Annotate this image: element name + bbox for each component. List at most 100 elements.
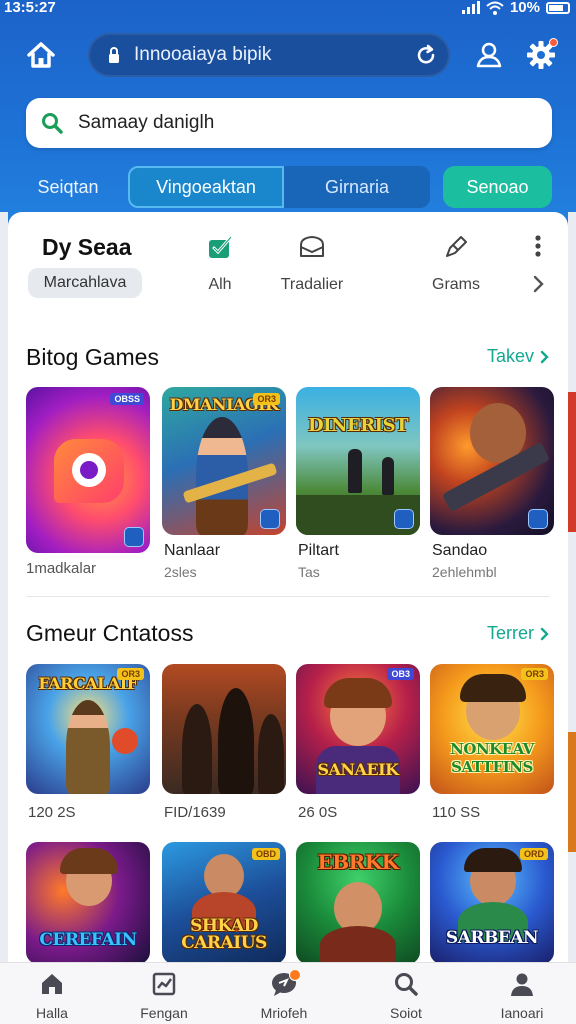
- search-icon: [395, 973, 418, 996]
- status-icons: 10%: [461, 0, 570, 16]
- search-icon: [42, 113, 63, 134]
- chevron-right-icon: [540, 350, 549, 363]
- tab-seiqtan[interactable]: Seiqtan: [18, 166, 118, 208]
- character-figure: [66, 700, 110, 794]
- category-chip[interactable]: Marcahlava: [28, 268, 142, 298]
- nav-item-ianoari[interactable]: Ianoari: [472, 969, 572, 1021]
- character-hair: [460, 674, 526, 702]
- card-tag: OBSS: [110, 393, 144, 405]
- category-label: Grams: [432, 276, 480, 293]
- card-name: Piltart: [298, 542, 339, 559]
- category-label: Tradalier: [280, 276, 344, 293]
- status-bar: 13:5:27 10%: [0, 0, 576, 18]
- battery-icon: [546, 1, 570, 14]
- game-card[interactable]: DMANIAGIK OR3: [162, 387, 286, 535]
- nav-item-soiot[interactable]: Soiot: [356, 969, 456, 1021]
- card-tag: OR3: [117, 668, 144, 680]
- game-card[interactable]: SANAEIK OB3: [296, 664, 420, 794]
- card-subtitle: 2ehlehmbl: [432, 564, 497, 580]
- game-card[interactable]: OBSS: [26, 387, 150, 553]
- category-item-alh[interactable]: Alh: [180, 230, 260, 294]
- card-art-title: SHKAD CARAIUS: [181, 916, 267, 953]
- tab-vingoeaktan[interactable]: Vingoeaktan: [128, 166, 284, 208]
- logo-center: [80, 461, 98, 479]
- character-hair: [464, 848, 522, 872]
- game-card[interactable]: SARBEAN ORD: [430, 842, 554, 964]
- card-art-title: DINERIST: [308, 415, 408, 436]
- card-tag: OB3: [387, 668, 414, 680]
- soldier-figure: [258, 714, 284, 794]
- lock-icon: [109, 47, 119, 63]
- tab-girnaria[interactable]: Girnaria: [284, 166, 430, 208]
- game-card[interactable]: [162, 664, 286, 794]
- section-title-gmeur-cntatoss: Gmeur Cntatoss: [26, 620, 194, 646]
- section-link-label: Terrer: [486, 623, 534, 643]
- game-card[interactable]: EBRKK: [296, 842, 420, 964]
- section-link-terrer[interactable]: Terrer: [487, 623, 550, 644]
- main-content: Dy Seaa Marcahlava Alh Tradalier Grams B…: [8, 212, 568, 964]
- settings-button[interactable]: [522, 36, 560, 74]
- home-icon: [42, 974, 62, 994]
- search-input[interactable]: Samaay daniglh: [26, 98, 552, 148]
- card-art-title: CEREFAIN: [39, 930, 137, 950]
- home-button[interactable]: [22, 36, 60, 74]
- category-item-grams[interactable]: Grams: [416, 230, 496, 294]
- nav-item-fengan[interactable]: Fengan: [114, 969, 214, 1021]
- game-card[interactable]: CEREFAIN: [26, 842, 150, 964]
- card-art-title: SANAEIK: [317, 760, 399, 779]
- verified-leaf-icon: [209, 235, 233, 258]
- tab-senoao-button[interactable]: Senoao: [443, 166, 552, 208]
- game-card[interactable]: DINERIST: [296, 387, 420, 535]
- chart-icon: [152, 972, 176, 996]
- category-title: Dy Seaa: [42, 234, 132, 260]
- notification-dot: [289, 969, 301, 981]
- section-link-label: Takev: [486, 346, 534, 366]
- game-card[interactable]: NONKEAV SATTFINS OR3: [430, 664, 554, 794]
- category-label: Alh: [208, 276, 232, 293]
- card-tag: OR3: [521, 668, 548, 680]
- section-link-takev[interactable]: Takev: [487, 346, 550, 367]
- address-bar[interactable]: Innooaiaya bipik: [88, 33, 450, 77]
- card-subtitle: FID/1639: [164, 804, 226, 821]
- nav-label: Halla: [36, 1005, 68, 1021]
- soldier-figure: [182, 704, 212, 794]
- search-query: Samaay daniglh: [78, 112, 215, 133]
- game-card[interactable]: [430, 387, 554, 535]
- user-switch-icon: [476, 42, 502, 68]
- status-time: 13:5:27: [4, 0, 56, 16]
- card-subtitle: 1madkalar: [26, 560, 97, 577]
- section-title-bitog-games: Bitog Games: [26, 344, 159, 370]
- wallet-icon: [300, 236, 324, 257]
- soldier-figure: [218, 688, 254, 794]
- shield-shape: [112, 728, 138, 754]
- card-name: Sandao: [432, 542, 488, 559]
- card-tag: OBD: [252, 848, 280, 860]
- battery-percent: 10%: [509, 0, 540, 16]
- nav-label: Soiot: [390, 1005, 422, 1021]
- soldier-figure: [382, 457, 394, 495]
- reload-icon[interactable]: [414, 43, 438, 67]
- card-subtitle: 2sles: [164, 564, 197, 580]
- card-corner-icon: [124, 527, 144, 547]
- nav-item-halla[interactable]: Halla: [2, 969, 102, 1021]
- nav-item-mriofeh[interactable]: Mriofeh: [234, 969, 334, 1021]
- more-vertical-icon[interactable]: [528, 232, 548, 260]
- bottom-navigation: Halla Fengan Mriofeh Soiot Ianoari: [0, 962, 576, 1024]
- side-edge-right: [568, 212, 576, 964]
- category-item-tradalier[interactable]: Tradalier: [272, 230, 352, 294]
- character-body: [320, 926, 396, 964]
- pen-icon: [446, 236, 467, 257]
- card-corner-icon: [260, 509, 280, 529]
- section-divider: [26, 596, 550, 597]
- card-corner-icon: [394, 509, 414, 529]
- chevron-right-icon[interactable]: [532, 274, 546, 294]
- card-art-title: NONKEAV SATTFINS: [450, 740, 534, 776]
- game-card[interactable]: FARCALAIF OR3: [26, 664, 150, 794]
- game-card[interactable]: SHKAD CARAIUS OBD: [162, 842, 286, 964]
- account-button[interactable]: [470, 36, 508, 74]
- card-tag: OR3: [253, 393, 280, 405]
- card-subtitle: 110 SS: [432, 804, 481, 821]
- card-subtitle: 26 0S: [298, 804, 338, 821]
- card-subtitle: 120 2S: [28, 804, 76, 821]
- address-text: Innooaiaya bipik: [134, 44, 272, 65]
